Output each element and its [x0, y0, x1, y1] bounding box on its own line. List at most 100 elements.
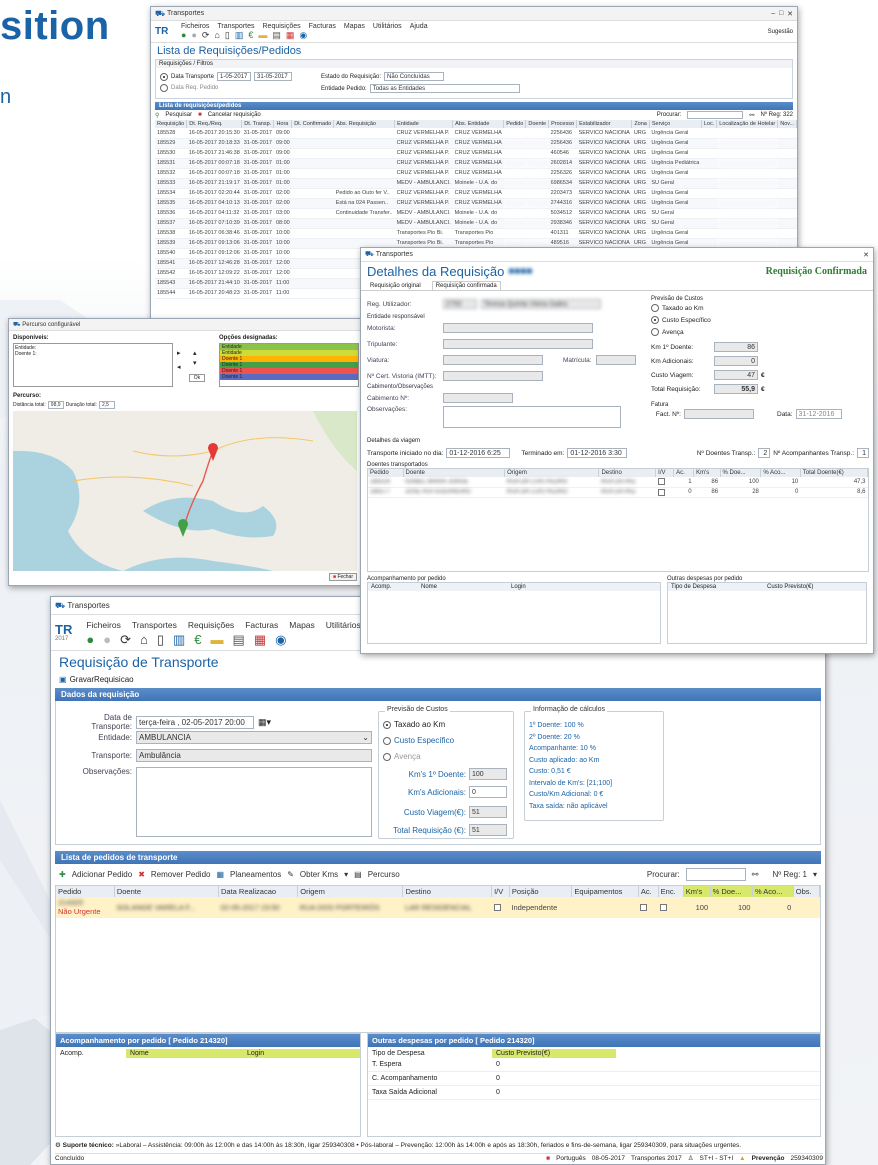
- table-row[interactable]: 185533 16-05-2017 21:19:17 31-05-2017 01:00…: [155, 178, 797, 189]
- column-header[interactable]: Origem: [504, 469, 600, 477]
- home-icon[interactable]: ⌂: [214, 30, 219, 40]
- fechar-button[interactable]: ■ Fechar: [329, 573, 357, 581]
- column-header[interactable]: Nov...: [777, 120, 797, 128]
- doc-icon[interactable]: ▯: [157, 632, 164, 648]
- ndoentes-input[interactable]: 2: [758, 448, 771, 458]
- menu-item[interactable]: Transportes: [217, 23, 254, 30]
- menu-item[interactable]: Facturas: [245, 620, 278, 630]
- column-header[interactable]: Destino: [598, 469, 657, 477]
- column-header[interactable]: Requisição: [155, 120, 188, 128]
- table-row[interactable]: 185531 16-05-2017 00:07:18 31-05-2017 01:00…: [155, 158, 797, 169]
- move-right-button[interactable]: ▸: [177, 349, 181, 357]
- radio-taxado-km[interactable]: [383, 720, 391, 729]
- search-input[interactable]: [687, 111, 744, 119]
- close-button[interactable]: ✕: [863, 251, 869, 259]
- column-header[interactable]: Entidade: [394, 120, 454, 128]
- remove-pedido-button[interactable]: Remover Pedido: [151, 870, 211, 879]
- chart-icon[interactable]: ▥: [173, 632, 185, 648]
- terminado-input[interactable]: 01-12-2016 3:30: [567, 448, 628, 458]
- opcoes-list[interactable]: Entidade Entidade Doente 1 Doente 1 Doente 1…: [219, 343, 359, 387]
- refresh-icon[interactable]: ⟳: [202, 30, 210, 41]
- close-button[interactable]: ✕: [787, 10, 793, 18]
- refresh-icon[interactable]: ⟳: [120, 632, 131, 648]
- transporte-input[interactable]: Ambulância: [136, 749, 372, 762]
- back-icon[interactable]: ●: [103, 632, 111, 647]
- column-header[interactable]: Pedido: [56, 886, 115, 897]
- menu-item[interactable]: Facturas: [309, 23, 336, 30]
- table-row[interactable]: 185530 16-05-2017 21:46:38 31-05-2017 09:00…: [155, 148, 797, 159]
- column-header[interactable]: % Aco...: [760, 469, 801, 477]
- column-header[interactable]: Doente: [403, 469, 506, 477]
- status-lang[interactable]: Português: [556, 1155, 586, 1162]
- entidade-select[interactable]: AMBULANCIA ⌄: [136, 731, 372, 744]
- binoculars-icon[interactable]: ⚯: [752, 870, 759, 879]
- column-header[interactable]: Pedido: [368, 469, 404, 477]
- date-to-input[interactable]: 31-05-2017: [254, 72, 293, 81]
- menu-item[interactable]: Utilitários: [326, 620, 361, 630]
- column-header[interactable]: Km's: [693, 469, 721, 477]
- column-header[interactable]: Dt. Confirmado: [291, 120, 335, 128]
- date-from-input[interactable]: 1-05-2017: [217, 72, 252, 81]
- column-header[interactable]: Obs.: [793, 886, 821, 897]
- column-header[interactable]: % Doe...: [710, 886, 753, 897]
- obs-textarea[interactable]: [136, 767, 372, 837]
- column-header[interactable]: Doente: [525, 120, 550, 128]
- column-header[interactable]: Enc.: [658, 886, 684, 897]
- binoculars-icon[interactable]: ⚯: [749, 112, 754, 119]
- pesquisar-button[interactable]: Pesquisar: [165, 112, 192, 118]
- procurar-input[interactable]: [685, 868, 746, 881]
- chart-icon[interactable]: ▥: [235, 30, 244, 41]
- km1-input[interactable]: 100: [469, 768, 507, 780]
- go-icon[interactable]: ●: [86, 632, 94, 647]
- chevron-down-icon[interactable]: ▾: [813, 870, 817, 879]
- menu-item[interactable]: Mapas: [289, 620, 315, 630]
- column-header[interactable]: Tipo de Despesa: [668, 583, 764, 591]
- menu-item[interactable]: Mapas: [344, 23, 365, 30]
- info-icon[interactable]: ◉: [275, 632, 286, 648]
- column-header[interactable]: Custo Previsto(€): [764, 583, 860, 591]
- radio-taxado-km[interactable]: [651, 304, 659, 312]
- table-row[interactable]: 185534 16-05-2017 02:20:44 31-05-2017 02:00…: [155, 188, 797, 199]
- move-down-button[interactable]: ▾: [193, 359, 197, 367]
- column-header[interactable]: Total Doente(€): [800, 469, 869, 477]
- kma-input[interactable]: 0: [469, 786, 507, 798]
- menu-item[interactable]: Requisições: [263, 23, 301, 30]
- tab-original[interactable]: Requisição original: [367, 282, 424, 290]
- data-transporte-input[interactable]: terça-feira , 02-05-2017 20:00: [136, 715, 254, 729]
- list-item[interactable]: Taxa Saída Adicional 0: [368, 1086, 820, 1100]
- pdf-icon[interactable]: ▦: [254, 632, 266, 648]
- row-iv-checkbox[interactable]: [493, 904, 501, 912]
- ok-button[interactable]: Ok: [189, 374, 205, 382]
- radio-custo-especifico[interactable]: [383, 736, 391, 745]
- column-header[interactable]: Tipo de Despesa: [368, 1049, 492, 1058]
- move-left-button[interactable]: ◂: [177, 363, 181, 371]
- cancelar-button[interactable]: Cancelar requisição: [208, 112, 261, 118]
- menu-item[interactable]: Requisições: [188, 620, 234, 630]
- iv-checkbox[interactable]: [657, 488, 665, 496]
- disponiveis-list[interactable]: Entidade: Doente 1:: [13, 343, 173, 387]
- column-header[interactable]: I/V: [655, 469, 675, 477]
- table-row[interactable]: 185577 JOSE RUI GUERREIRO RUA DR LUIS PEDR…: [368, 487, 868, 498]
- column-header[interactable]: Posição: [509, 886, 573, 897]
- table-row[interactable]: 185535 16-05-2017 04:10:13 31-05-2017 02:00…: [155, 198, 797, 209]
- nacomp-input[interactable]: 1: [857, 448, 869, 458]
- radio-data-pedido[interactable]: [160, 84, 168, 92]
- list-item[interactable]: Doente 1: [220, 374, 358, 380]
- menu-item[interactable]: Transportes: [132, 620, 177, 630]
- print-icon[interactable]: ▤: [233, 632, 245, 648]
- planeamentos-button[interactable]: Planeamentos: [230, 870, 281, 879]
- search-icon[interactable]: ⚲: [155, 112, 159, 119]
- column-header[interactable]: Loc.: [701, 120, 718, 128]
- data-input[interactable]: 31-12-2016: [795, 409, 842, 419]
- column-header[interactable]: Equipamentos: [571, 886, 639, 897]
- column-header[interactable]: Serviço: [649, 120, 702, 128]
- home-icon[interactable]: ⌂: [140, 632, 148, 647]
- column-header[interactable]: Doente: [114, 886, 220, 897]
- route-map[interactable]: PedralvaSintraSão Pedro da CadeiraVila F…: [13, 411, 357, 571]
- folder-icon[interactable]: ▬: [258, 30, 267, 40]
- column-header[interactable]: Destino: [402, 886, 493, 897]
- percurso-button[interactable]: Percurso: [368, 870, 400, 879]
- column-header[interactable]: % Aco...: [752, 886, 794, 897]
- menu-item[interactable]: Ficheiros: [86, 620, 120, 630]
- column-header[interactable]: Dt. Transp.: [241, 120, 275, 128]
